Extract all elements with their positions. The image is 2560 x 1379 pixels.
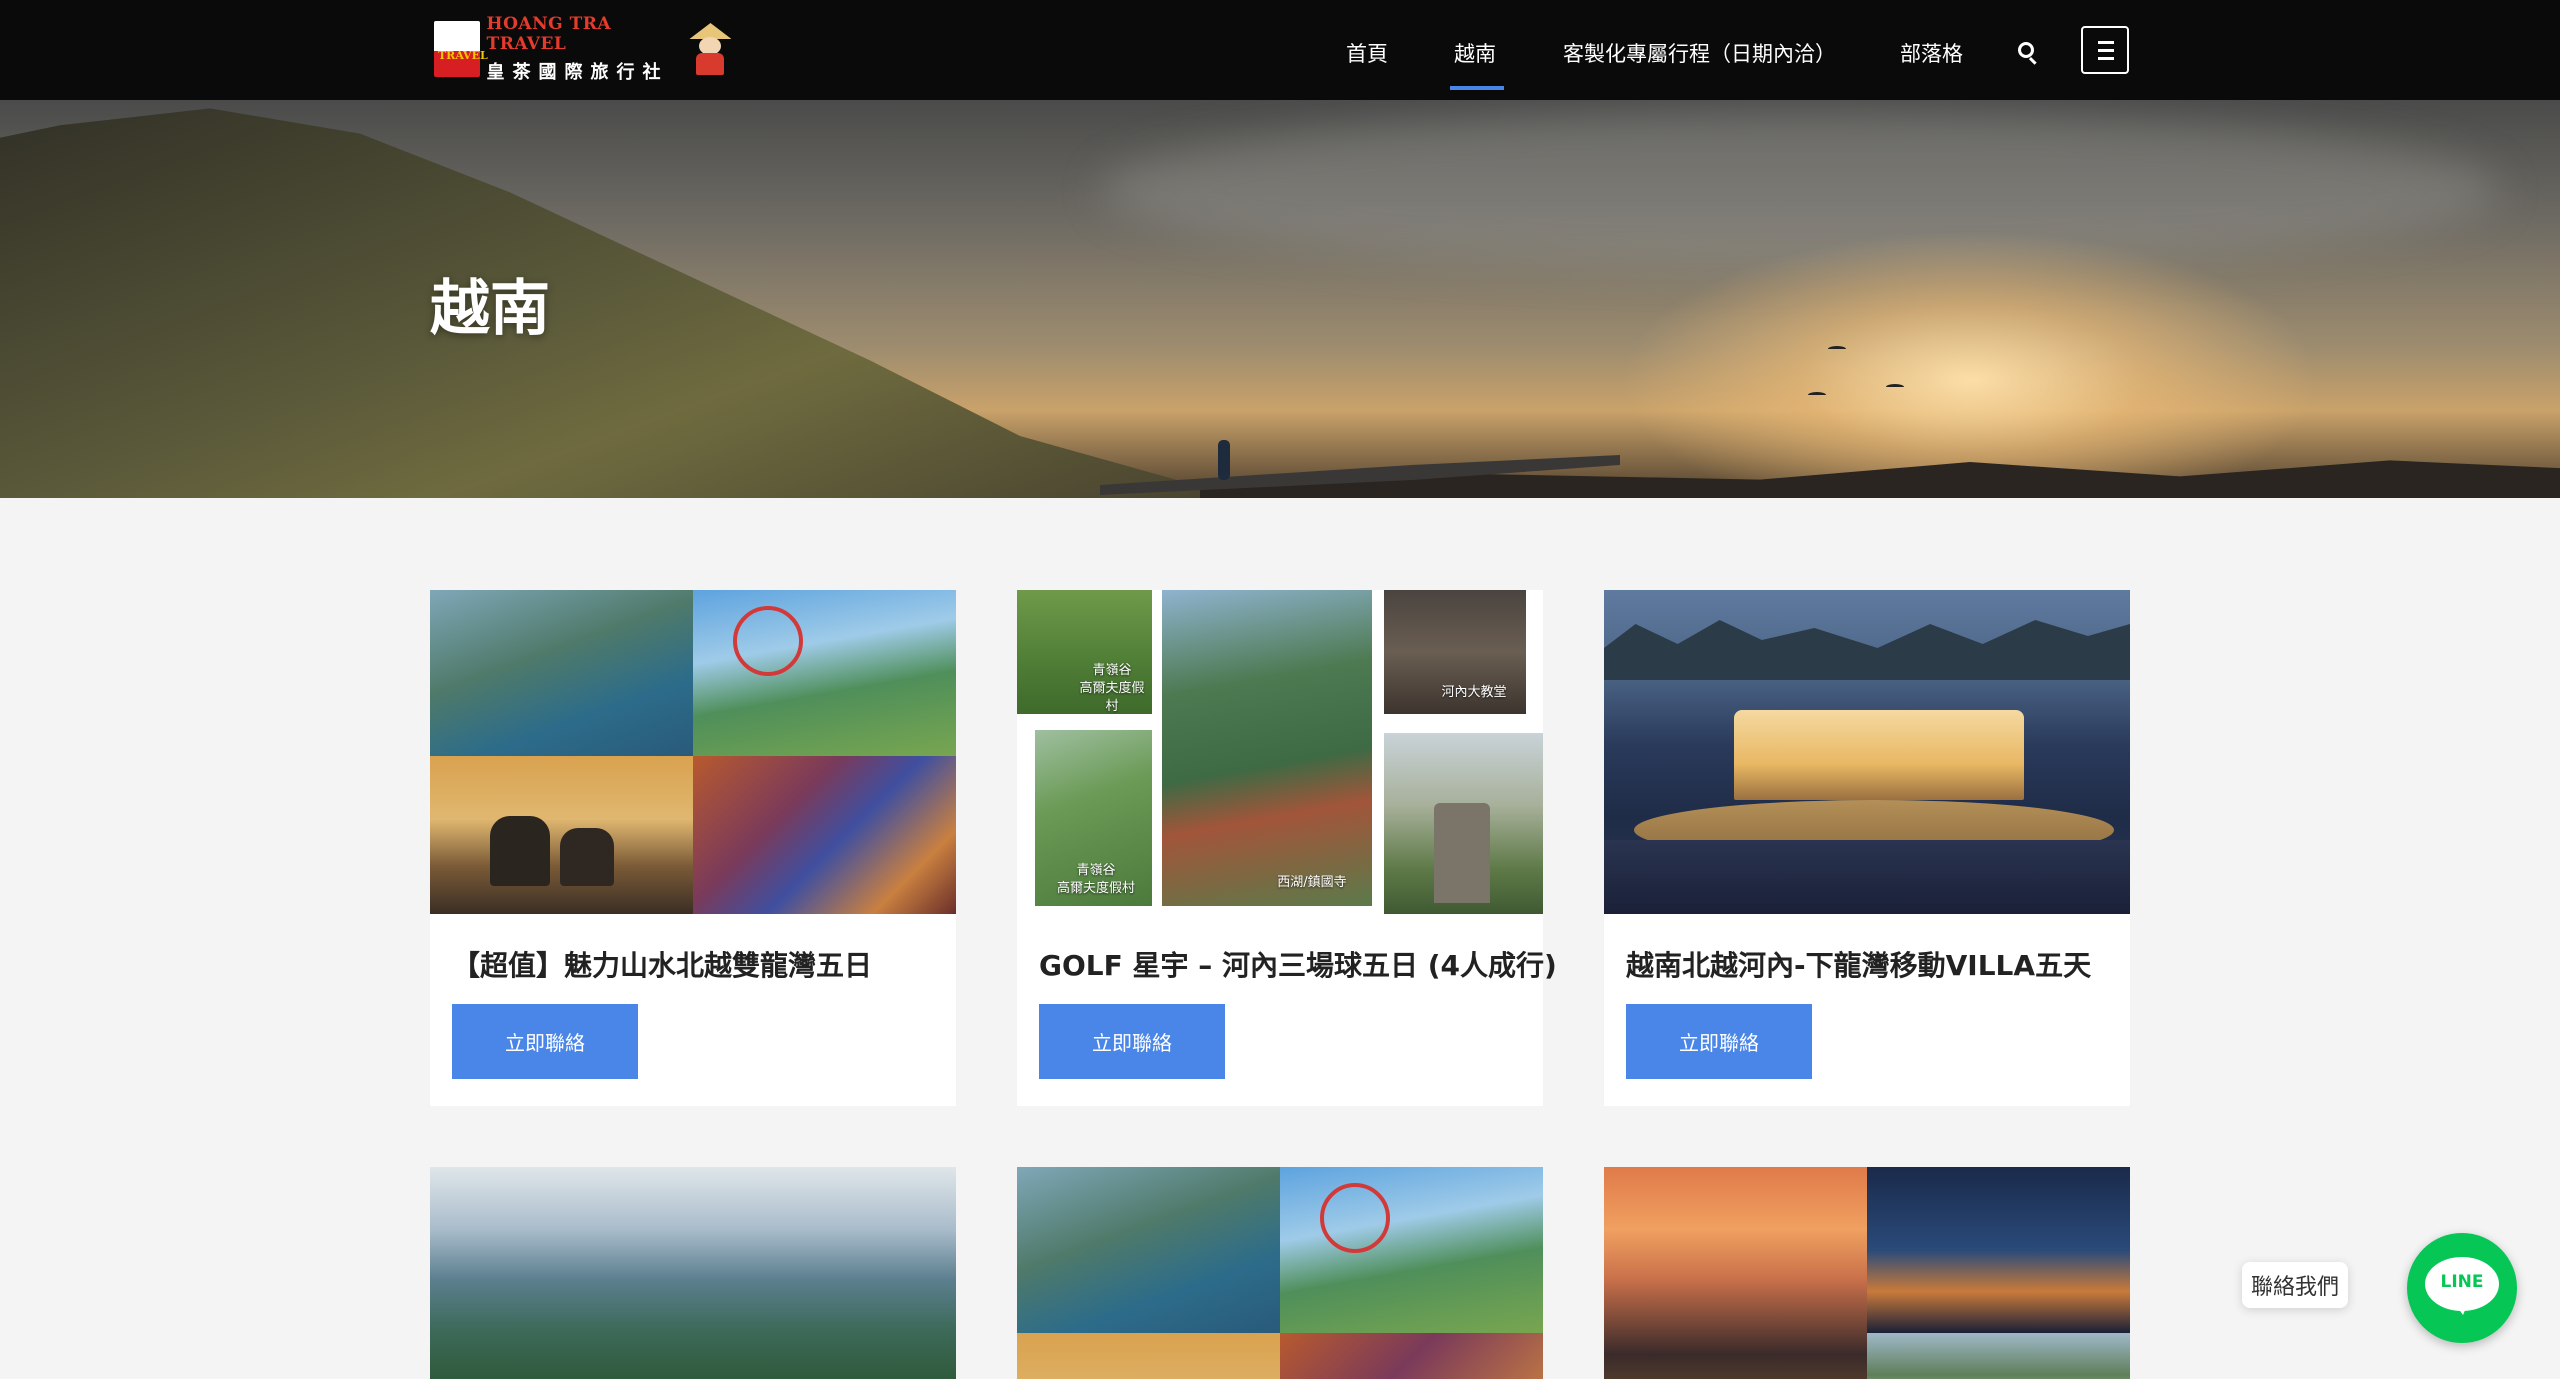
logo-english-name: HOANG TRA TRAVEL [486, 14, 612, 54]
tour-card-image[interactable] [430, 1167, 956, 1379]
tour-card-image[interactable] [430, 590, 956, 914]
logo-chinese-name: 皇茶國際旅行社 [486, 62, 669, 83]
hero-banner: 越南 [0, 100, 2560, 498]
tour-card-image[interactable] [1604, 1167, 2130, 1379]
tour-title[interactable]: GOLF 星宇 – 河內三場球五日 (4人成行) [1039, 944, 1557, 984]
page-title: 越南 [430, 274, 550, 344]
nav-home[interactable]: 首頁 [1346, 38, 1388, 68]
site-header: TRAVEL HOANG TRA TRAVEL 皇茶國際旅行社 首頁 越南 客製… [0, 0, 2560, 100]
tour-card[interactable]: 【超值】魅力山水北越雙龍灣五日 立即聯絡 [430, 590, 956, 1106]
tour-title[interactable]: 越南北越河內-下龍灣移動VILLA五天 [1626, 944, 2116, 984]
tour-title[interactable]: 【超值】魅力山水北越雙龍灣五日 [452, 944, 942, 984]
tour-card-image[interactable] [1604, 590, 2130, 914]
bird-icon [1886, 384, 1904, 390]
tour-card[interactable]: 越南北越河內-下龍灣移動VILLA五天 立即聯絡 [1604, 590, 2130, 1106]
contact-now-button[interactable]: 立即聯絡 [1626, 1004, 1812, 1079]
bird-icon [1808, 392, 1826, 398]
mascot-icon [687, 21, 732, 77]
runner-figure [1218, 440, 1230, 480]
image-label: 西湖/鎮國寺 [1277, 875, 1347, 890]
site-logo[interactable]: TRAVEL HOANG TRA TRAVEL 皇茶國際旅行社 [434, 14, 732, 83]
line-chat-button[interactable]: LINE [2407, 1233, 2517, 1343]
nav-blog[interactable]: 部落格 [1900, 38, 1963, 68]
tour-card-image[interactable] [1017, 1167, 1543, 1379]
image-label: 青嶺谷 高爾夫度假村 [1056, 863, 1135, 896]
image-label: 青嶺谷 高爾夫度假村 [1079, 663, 1145, 714]
image-label: 河內大教堂 [1441, 685, 1507, 700]
nav-vietnam[interactable]: 越南 [1454, 38, 1496, 68]
contact-now-button[interactable]: 立即聯絡 [452, 1004, 638, 1079]
bird-icon [1828, 346, 1846, 352]
nav-custom-itinerary[interactable]: 客製化專屬行程（日期內洽） [1563, 38, 1836, 68]
menu-button[interactable] [2081, 26, 2129, 74]
search-icon[interactable] [2018, 42, 2040, 66]
contact-now-button[interactable]: 立即聯絡 [1039, 1004, 1225, 1079]
tour-card-image[interactable]: 青嶺谷 高爾夫度假村 西湖/鎮國寺 河內大教堂 青嶺谷 高爾夫度假村 [1017, 590, 1543, 914]
nav-active-indicator [1450, 86, 1504, 90]
contact-us-label[interactable]: 聯絡我們 [2242, 1262, 2348, 1308]
tour-card[interactable]: 青嶺谷 高爾夫度假村 西湖/鎮國寺 河內大教堂 青嶺谷 高爾夫度假村 GOLF … [1017, 590, 1557, 1106]
flag-logo-icon: TRAVEL [434, 21, 488, 77]
menu-icon [2098, 41, 2114, 44]
